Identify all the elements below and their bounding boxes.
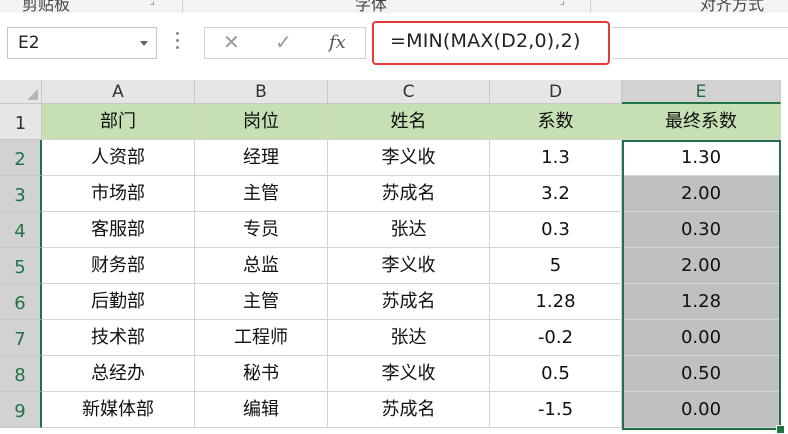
- cell-c9[interactable]: 苏成名: [328, 392, 490, 428]
- row-header-9[interactable]: 9: [0, 392, 42, 428]
- cell-e4[interactable]: 0.30: [622, 212, 781, 248]
- row-header-4[interactable]: 4: [0, 212, 42, 248]
- formula-input[interactable]: =MIN(MAX(D2,0),2): [372, 21, 610, 65]
- cell-d1[interactable]: 系数: [490, 104, 622, 140]
- enter-check-icon[interactable]: ✓: [275, 30, 292, 54]
- cell-d3[interactable]: 3.2: [490, 176, 622, 212]
- cell-a4[interactable]: 客服部: [42, 212, 195, 248]
- insert-function-icon[interactable]: fx: [329, 32, 346, 53]
- cell-a2[interactable]: 人资部: [42, 140, 195, 176]
- row-header-7[interactable]: 7: [0, 320, 42, 356]
- column-header-e[interactable]: E: [622, 80, 781, 104]
- formula-buttons: ✕ ✓ fx: [204, 27, 366, 59]
- cell-b5[interactable]: 总监: [195, 248, 328, 284]
- cell-a8[interactable]: 总经办: [42, 356, 195, 392]
- sheet-edge: [781, 104, 788, 433]
- cell-e7[interactable]: 0.00: [622, 320, 781, 356]
- cell-c5[interactable]: 李义收: [328, 248, 490, 284]
- more-vertical-icon[interactable]: [176, 32, 180, 54]
- select-all-corner[interactable]: [0, 80, 42, 104]
- ribbon-group-alignment[interactable]: 对齐方式: [700, 0, 764, 13]
- cell-a5[interactable]: 财务部: [42, 248, 195, 284]
- cell-b9[interactable]: 编辑: [195, 392, 328, 428]
- cell-a6[interactable]: 后勤部: [42, 284, 195, 320]
- cell-d8[interactable]: 0.5: [490, 356, 622, 392]
- cell-b6[interactable]: 主管: [195, 284, 328, 320]
- ribbon-separator: [182, 0, 183, 12]
- cell-e5[interactable]: 2.00: [622, 248, 781, 284]
- cell-e8[interactable]: 0.50: [622, 356, 781, 392]
- cancel-icon[interactable]: ✕: [223, 30, 240, 54]
- cell-c8[interactable]: 李义收: [328, 356, 490, 392]
- cell-d9[interactable]: -1.5: [490, 392, 622, 428]
- cell-a3[interactable]: 市场部: [42, 176, 195, 212]
- chevron-down-icon[interactable]: [140, 41, 148, 46]
- cell-c3[interactable]: 苏成名: [328, 176, 490, 212]
- cell-a9[interactable]: 新媒体部: [42, 392, 195, 428]
- formula-bar-extension[interactable]: [612, 27, 788, 59]
- row-header-6[interactable]: 6: [0, 284, 42, 320]
- cell-b2[interactable]: 经理: [195, 140, 328, 176]
- font-launcher-icon[interactable]: ⌟: [560, 0, 565, 7]
- column-header-a[interactable]: A: [42, 80, 195, 104]
- cell-b7[interactable]: 工程师: [195, 320, 328, 356]
- cell-d6[interactable]: 1.28: [490, 284, 622, 320]
- cell-b1[interactable]: 岗位: [195, 104, 328, 140]
- row-header-8[interactable]: 8: [0, 356, 42, 392]
- clipboard-launcher-icon[interactable]: ⌟: [150, 0, 155, 7]
- ribbon-separator: [590, 0, 591, 12]
- cell-a1[interactable]: 部门: [42, 104, 195, 140]
- cell-d2[interactable]: 1.3: [490, 140, 622, 176]
- formula-bar: E2 ✕ ✓ fx =MIN(MAX(D2,0),2): [0, 13, 788, 73]
- ribbon-group-clipboard[interactable]: 剪贴板: [22, 0, 70, 13]
- cell-e9[interactable]: 0.00: [622, 392, 781, 428]
- cell-e2[interactable]: 1.30: [622, 140, 781, 176]
- cell-e3[interactable]: 2.00: [622, 176, 781, 212]
- row-header-5[interactable]: 5: [0, 248, 42, 284]
- column-header-d[interactable]: D: [490, 80, 622, 104]
- column-header-b[interactable]: B: [195, 80, 328, 104]
- ribbon: 剪贴板 ⌟ 字体 ⌟ 对齐方式: [0, 0, 788, 14]
- cell-c4[interactable]: 张达: [328, 212, 490, 248]
- cell-d7[interactable]: -0.2: [490, 320, 622, 356]
- row-header-2[interactable]: 2: [0, 140, 42, 176]
- row-header-3[interactable]: 3: [0, 176, 42, 212]
- cell-e1[interactable]: 最终系数: [622, 104, 781, 140]
- cell-d5[interactable]: 5: [490, 248, 622, 284]
- cell-d4[interactable]: 0.3: [490, 212, 622, 248]
- cell-b8[interactable]: 秘书: [195, 356, 328, 392]
- formula-text[interactable]: =MIN(MAX(D2,0),2): [390, 30, 581, 52]
- row-header-1[interactable]: 1: [0, 104, 42, 140]
- cell-b3[interactable]: 主管: [195, 176, 328, 212]
- cell-c6[interactable]: 苏成名: [328, 284, 490, 320]
- cell-a7[interactable]: 技术部: [42, 320, 195, 356]
- cell-c7[interactable]: 张达: [328, 320, 490, 356]
- ribbon-group-font[interactable]: 字体: [355, 0, 387, 13]
- column-header-c[interactable]: C: [328, 80, 490, 104]
- worksheet-grid[interactable]: A B C D E 1 2 3 4 5 6 7 8 9 部门 岗位 姓名 系数 最终系数…: [0, 80, 788, 434]
- cell-c1[interactable]: 姓名: [328, 104, 490, 140]
- cell-b4[interactable]: 专员: [195, 212, 328, 248]
- cell-c2[interactable]: 李义收: [328, 140, 490, 176]
- cell-e6[interactable]: 1.28: [622, 284, 781, 320]
- name-box-value[interactable]: E2: [18, 33, 40, 53]
- name-box[interactable]: E2: [7, 27, 157, 59]
